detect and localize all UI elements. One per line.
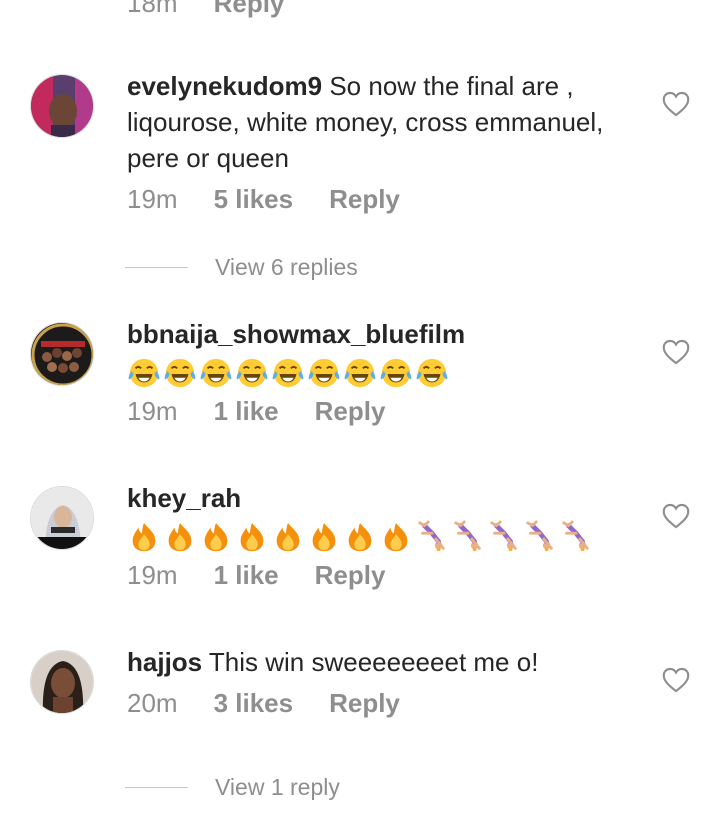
comment-time: 19m (127, 396, 178, 426)
comment-text: This win sweeeeeeeet me o! (208, 647, 539, 677)
heart-icon[interactable] (662, 339, 690, 365)
comment-meta: 19m 1 like Reply (127, 396, 385, 427)
comment-time: 19m (127, 184, 178, 214)
comment-meta: 20m 3 likes Reply (127, 688, 400, 719)
comment-time: 19m (127, 560, 178, 590)
tears-of-joy-emoji-icon (344, 358, 376, 388)
replies-divider (125, 787, 188, 788)
comment-time: 20m (127, 688, 178, 718)
likes-count[interactable]: 5 likes (214, 184, 294, 215)
heart-icon[interactable] (662, 667, 690, 693)
fire-emoji-icon (168, 522, 192, 552)
likes-count[interactable]: 1 like (214, 560, 279, 591)
cartwheel-emoji-icon (454, 520, 481, 552)
comment-body: khey_rah (127, 480, 647, 556)
cartwheel-emoji-icon (490, 520, 517, 552)
fire-emoji-icon (132, 522, 156, 552)
tears-of-joy-emoji-icon (128, 358, 160, 388)
emoji-row (127, 518, 647, 556)
reply-button[interactable]: Reply (329, 184, 400, 215)
comment-body: hajjos This win sweeeeeeeet me o! (127, 644, 647, 680)
tears-of-joy-emoji-icon (236, 358, 268, 388)
fire-emoji-icon (348, 522, 372, 552)
reply-button[interactable]: Reply (214, 0, 285, 19)
fire-emoji-icon (276, 522, 300, 552)
view-replies-button[interactable]: View 1 reply (125, 774, 340, 801)
cartwheel-emoji-icon (526, 520, 553, 552)
comment-body: evelynekudom9 So now the final are , liq… (127, 68, 647, 176)
view-replies-button[interactable]: View 6 replies (125, 254, 358, 281)
cartwheel-emoji-icon (562, 520, 589, 552)
username[interactable]: hajjos (127, 647, 202, 677)
comment-body: bbnaija_showmax_bluefilm (127, 316, 647, 392)
previous-comment-meta: 18m Reply (127, 0, 284, 19)
tears-of-joy-emoji-icon (200, 358, 232, 388)
heart-icon[interactable] (662, 91, 690, 117)
heart-icon[interactable] (662, 503, 690, 529)
username[interactable]: khey_rah (127, 483, 241, 513)
avatar[interactable] (30, 74, 94, 138)
avatar[interactable] (30, 322, 94, 386)
comment-meta: 19m 1 like Reply (127, 560, 385, 591)
replies-divider (125, 267, 188, 268)
reply-button[interactable]: Reply (315, 560, 386, 591)
tears-of-joy-emoji-icon (164, 358, 196, 388)
tears-of-joy-emoji-icon (416, 358, 448, 388)
likes-count[interactable]: 3 likes (214, 688, 294, 719)
username[interactable]: bbnaija_showmax_bluefilm (127, 319, 465, 349)
fire-emoji-icon (384, 522, 408, 552)
view-replies-label[interactable]: View 1 reply (215, 774, 340, 801)
reply-button[interactable]: Reply (329, 688, 400, 719)
avatar[interactable] (30, 486, 94, 550)
tears-of-joy-emoji-icon (380, 358, 412, 388)
fire-emoji-icon (204, 522, 228, 552)
emoji-row (127, 354, 647, 392)
cartwheel-emoji-icon (418, 520, 445, 552)
comment-meta: 19m 5 likes Reply (127, 184, 400, 215)
reply-button[interactable]: Reply (315, 396, 386, 427)
fire-emoji-icon (240, 522, 264, 552)
view-replies-label[interactable]: View 6 replies (215, 254, 358, 281)
username[interactable]: evelynekudom9 (127, 71, 322, 101)
likes-count[interactable]: 1 like (214, 396, 279, 427)
tears-of-joy-emoji-icon (272, 358, 304, 388)
fire-emoji-icon (312, 522, 336, 552)
tears-of-joy-emoji-icon (308, 358, 340, 388)
comment-time: 18m (127, 0, 178, 18)
avatar[interactable] (30, 650, 94, 714)
